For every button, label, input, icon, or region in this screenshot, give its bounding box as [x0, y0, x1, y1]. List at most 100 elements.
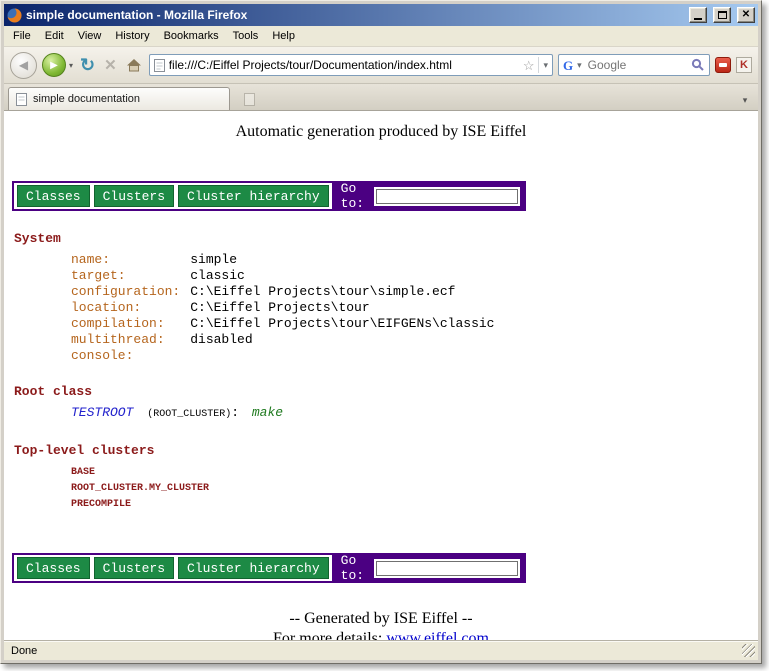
footer-details-line: For more details: www.eiffel.com: [4, 629, 758, 640]
search-magnifier-icon[interactable]: [691, 58, 705, 72]
doc-navbar-bottom: Classes Clusters Cluster hierarchy Go to…: [12, 553, 526, 583]
home-icon: [126, 58, 142, 72]
system-row-value: C:\Eiffel Projects\tour\EIFGENs\classic: [190, 316, 494, 332]
forward-icon: ▶: [50, 60, 58, 71]
list-all-tabs-button[interactable]: ▾: [736, 90, 754, 110]
system-row-value: classic: [190, 268, 494, 284]
maximize-icon: [718, 11, 727, 19]
system-row-label: name:: [71, 252, 190, 268]
table-row: configuration:C:\Eiffel Projects\tour\si…: [71, 284, 494, 300]
root-class-link[interactable]: TESTROOT: [71, 405, 133, 420]
system-table: name:simple target:classic configuration…: [71, 252, 494, 364]
system-row-value: C:\Eiffel Projects\tour: [190, 300, 494, 316]
url-input[interactable]: [169, 58, 519, 72]
table-row: target:classic: [71, 268, 494, 284]
reload-icon: ↻: [80, 55, 95, 75]
clusters-button[interactable]: Clusters: [94, 185, 174, 207]
home-button[interactable]: [124, 58, 144, 72]
menu-item-view[interactable]: View: [71, 27, 109, 45]
minimize-button[interactable]: [689, 7, 707, 23]
menu-item-tools[interactable]: Tools: [226, 27, 266, 45]
clusters-button-bottom[interactable]: Clusters: [94, 557, 174, 579]
system-row-value: simple: [190, 252, 494, 268]
classes-button-bottom[interactable]: Classes: [17, 557, 90, 579]
page-title: Automatic generation produced by ISE Eif…: [4, 123, 758, 141]
forward-button[interactable]: ▶: [42, 53, 66, 77]
tab-label: simple documentation: [33, 93, 140, 105]
root-class-heading: Root class: [14, 384, 758, 399]
stop-button[interactable]: ✕: [102, 58, 119, 73]
bookmark-star-icon[interactable]: ☆: [523, 59, 535, 72]
cluster-hierarchy-button-bottom[interactable]: Cluster hierarchy: [178, 557, 329, 579]
status-text: Done: [11, 645, 37, 657]
cluster-hierarchy-button[interactable]: Cluster hierarchy: [178, 185, 329, 207]
page-favicon-icon: [154, 59, 165, 72]
close-icon: ✕: [742, 10, 750, 20]
search-box[interactable]: G ▾: [558, 54, 710, 76]
cluster-list: BASE ROOT_CLUSTER.MY_CLUSTER PRECOMPILE: [71, 465, 758, 513]
footer-generated-text: -- Generated by ISE Eiffel --: [4, 609, 758, 629]
table-row: location:C:\Eiffel Projects\tour: [71, 300, 494, 316]
search-input[interactable]: [586, 57, 687, 73]
urlbar-dropdown-button[interactable]: ▾: [543, 60, 548, 71]
menu-item-file[interactable]: File: [6, 27, 38, 45]
chevron-down-icon: ▾: [69, 61, 73, 70]
menu-item-help[interactable]: Help: [265, 27, 302, 45]
system-row-label: compilation:: [71, 316, 190, 332]
chevron-down-icon: ▾: [577, 60, 582, 70]
goto-input-bottom[interactable]: [374, 559, 520, 578]
system-row-label: location:: [71, 300, 190, 316]
reload-button[interactable]: ↻: [78, 56, 97, 74]
title-bar[interactable]: simple documentation - Mozilla Firefox ✕: [4, 4, 758, 26]
back-button[interactable]: ◀: [10, 52, 37, 79]
system-row-label: console:: [71, 348, 190, 364]
menu-item-edit[interactable]: Edit: [38, 27, 71, 45]
table-row: console:: [71, 348, 494, 364]
search-engine-dropdown-button[interactable]: ▾: [577, 60, 582, 71]
firefox-icon: [7, 8, 22, 23]
minimize-icon: [694, 18, 702, 20]
menu-item-history[interactable]: History: [108, 27, 156, 45]
tab-simple-documentation[interactable]: simple documentation: [8, 87, 230, 110]
clusters-heading: Top-level clusters: [14, 443, 758, 458]
cluster-link-my-cluster[interactable]: ROOT_CLUSTER.MY_CLUSTER: [71, 481, 758, 497]
table-row: multithread:disabled: [71, 332, 494, 348]
root-class-line: TESTROOT (ROOT_CLUSTER): make: [71, 404, 758, 423]
root-feature-link[interactable]: make: [252, 405, 283, 420]
extension-red-icon[interactable]: [715, 57, 731, 73]
eiffel-link[interactable]: www.eiffel.com: [386, 630, 489, 640]
table-row: compilation:C:\Eiffel Projects\tour\EIFG…: [71, 316, 494, 332]
goto-area: Go to:: [332, 183, 524, 209]
navigation-toolbar: ◀ ▶ ▾ ↻ ✕ ☆ ▾ G ▾: [4, 47, 758, 84]
tab-bar: simple documentation ▾: [4, 84, 758, 111]
system-row-label: multithread:: [71, 332, 190, 348]
new-tab-icon: [244, 93, 255, 106]
resize-grip[interactable]: [742, 644, 755, 657]
cluster-link-base[interactable]: BASE: [71, 465, 758, 481]
extension-red-glyph: [719, 63, 727, 67]
back-icon: ◀: [19, 58, 28, 72]
cluster-link-precompile[interactable]: PRECOMPILE: [71, 497, 758, 513]
status-bar: Done: [4, 640, 758, 660]
menu-item-bookmarks[interactable]: Bookmarks: [157, 27, 226, 45]
table-row: name:simple: [71, 252, 494, 268]
forward-dropdown-button[interactable]: ▾: [69, 61, 73, 70]
goto-input[interactable]: [374, 187, 520, 206]
goto-label: Go to:: [341, 181, 366, 211]
stop-icon: ✕: [104, 57, 117, 74]
goto-label-bottom: Go to:: [341, 553, 366, 583]
menu-bar: File Edit View History Bookmarks Tools H…: [4, 26, 758, 47]
close-button[interactable]: ✕: [737, 7, 755, 23]
classes-button[interactable]: Classes: [17, 185, 90, 207]
chevron-down-icon: ▾: [743, 95, 748, 106]
new-tab-button[interactable]: [236, 89, 262, 109]
location-bar[interactable]: ☆ ▾: [149, 54, 553, 76]
urlbar-divider: [538, 57, 539, 73]
system-row-value: C:\Eiffel Projects\tour\simple.ecf: [190, 284, 494, 300]
extension-k-icon[interactable]: K: [736, 57, 752, 73]
maximize-button[interactable]: [713, 7, 731, 23]
page-footer: -- Generated by ISE Eiffel -- For more d…: [4, 609, 758, 640]
goto-area-bottom: Go to:: [332, 555, 524, 581]
google-logo-icon: G: [563, 59, 573, 72]
root-cluster-ref: (ROOT_CLUSTER): [147, 409, 231, 420]
